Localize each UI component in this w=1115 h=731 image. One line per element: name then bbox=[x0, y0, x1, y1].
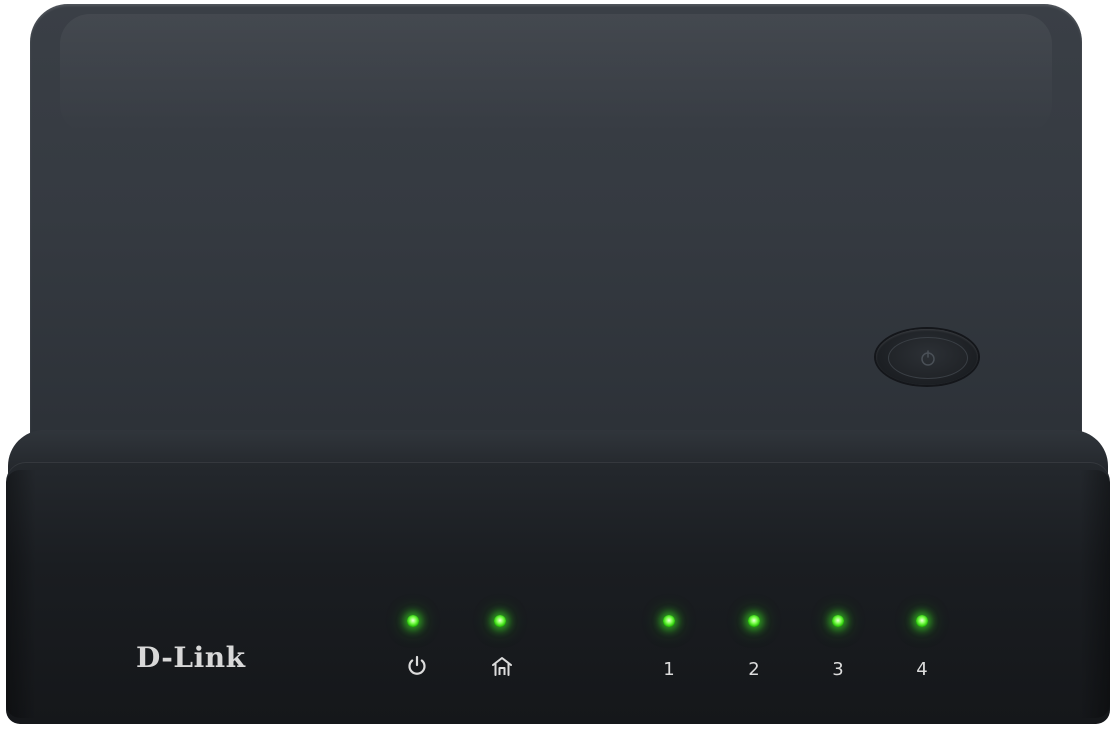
power-led bbox=[407, 615, 419, 627]
brand-logo: D-Link bbox=[136, 641, 246, 674]
port-4-led bbox=[916, 615, 928, 627]
router-front-panel bbox=[6, 462, 1110, 724]
home-icon bbox=[492, 657, 512, 676]
front-panel-shadow-right bbox=[1080, 470, 1110, 718]
wps-icon bbox=[921, 350, 935, 366]
wps-button-face[interactable] bbox=[888, 337, 968, 379]
port-1-label: 1 bbox=[663, 659, 675, 680]
port-2-label: 2 bbox=[748, 659, 760, 680]
port-4-label: 4 bbox=[916, 659, 928, 680]
port-3-label: 3 bbox=[832, 659, 844, 680]
internet-led bbox=[494, 615, 506, 627]
router-top-surface bbox=[30, 4, 1082, 474]
port-3-led bbox=[832, 615, 844, 627]
power-icon bbox=[408, 655, 426, 675]
wps-button[interactable] bbox=[876, 329, 978, 385]
port-1-led bbox=[663, 615, 675, 627]
front-panel-shadow-left bbox=[6, 470, 36, 718]
router-product-photo: D-Link 1 2 3 4 bbox=[0, 0, 1115, 731]
port-2-led bbox=[748, 615, 760, 627]
